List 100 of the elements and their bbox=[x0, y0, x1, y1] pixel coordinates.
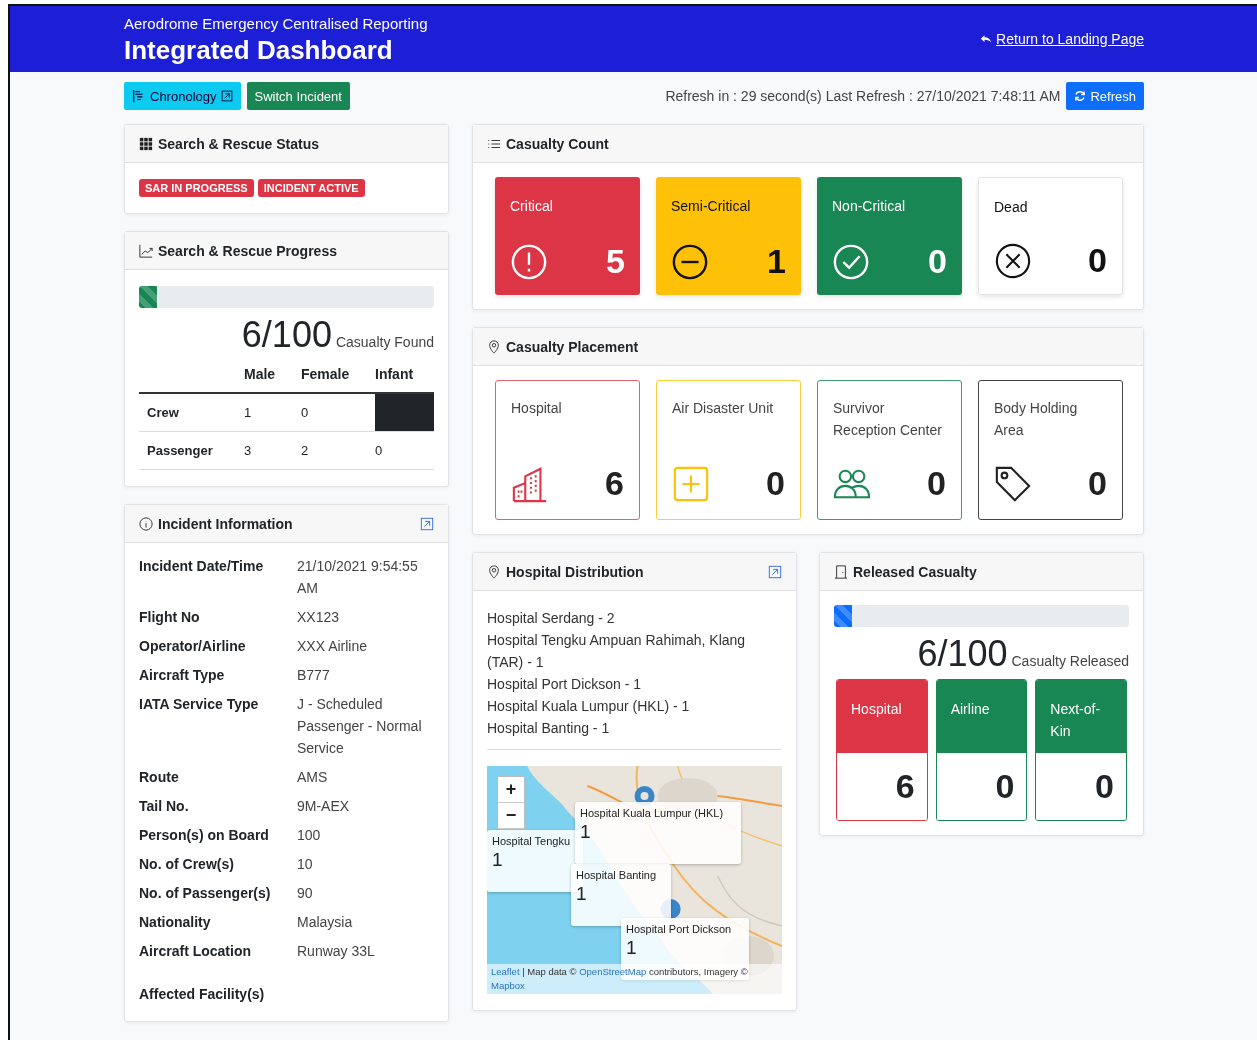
door-icon bbox=[834, 564, 848, 579]
tile-count: 0 bbox=[927, 464, 946, 503]
card-title: Released Casualty bbox=[853, 563, 977, 580]
chronology-button[interactable]: Chronology bbox=[124, 82, 241, 110]
check-circle-icon bbox=[832, 242, 870, 281]
field-label: Flight No bbox=[139, 608, 201, 627]
card-title: Casualty Count bbox=[506, 135, 609, 152]
zoom-in-button[interactable]: + bbox=[498, 777, 524, 803]
tag-icon bbox=[994, 464, 1032, 503]
tile-label: Hospital bbox=[837, 680, 927, 753]
popup-title: Hospital Port Dickson bbox=[626, 923, 733, 935]
card-title: Incident Information bbox=[158, 515, 293, 532]
field-label: Person(s) on Board bbox=[139, 826, 270, 845]
popup-count: 1 bbox=[626, 937, 638, 959]
row-label: Crew bbox=[139, 393, 244, 432]
hospital-entry: Hospital Banting - 1 bbox=[487, 719, 611, 738]
alert-icon bbox=[510, 242, 548, 281]
field-value: 9M-AEX bbox=[297, 797, 351, 816]
field-label: Incident Date/Time bbox=[139, 557, 265, 576]
field-value: 10 bbox=[297, 855, 314, 874]
tile-label: Hospital bbox=[511, 399, 563, 418]
timeline-icon bbox=[132, 89, 146, 103]
refresh-icon bbox=[1074, 90, 1087, 102]
refresh-button[interactable]: Refresh bbox=[1066, 82, 1144, 110]
tile-label: Body Holding Area bbox=[994, 399, 1079, 440]
tile-count: 0 bbox=[1088, 464, 1107, 503]
tile-count: 1 bbox=[767, 242, 786, 281]
zoom-out-button[interactable]: − bbox=[498, 803, 524, 829]
tile-label: Airline bbox=[936, 680, 1027, 753]
field-value: Runway 33L bbox=[297, 942, 376, 961]
column-header: Female bbox=[301, 360, 375, 393]
total-caption: Casualty Released bbox=[1011, 653, 1129, 669]
total-caption: Casualty Found bbox=[335, 334, 434, 350]
attribution-link[interactable]: Leaflet bbox=[491, 966, 520, 977]
tile-label: Critical bbox=[510, 197, 554, 216]
card-title: Casualty Placement bbox=[506, 338, 639, 355]
field-value: 21/10/2021 9:54:55 AM bbox=[297, 557, 419, 598]
tile-count: 0 bbox=[766, 464, 785, 503]
attribution-link[interactable]: OpenStreetMap bbox=[579, 966, 647, 977]
popup-count: 1 bbox=[580, 821, 592, 843]
field-label: Aircraft Location bbox=[139, 942, 252, 961]
tile-count: 5 bbox=[606, 242, 625, 281]
tile-count: 0 bbox=[928, 242, 947, 281]
popup-count: 1 bbox=[576, 883, 588, 905]
field-value: B777 bbox=[297, 666, 331, 685]
row-label: Passenger bbox=[139, 431, 244, 470]
popup-count: 1 bbox=[492, 849, 504, 871]
hospital-entry: Hospital Tengku Ampuan Rahimah, Klang (TAR) - 1 bbox=[487, 631, 747, 672]
field-label: Nationality bbox=[139, 913, 212, 932]
field-label: No. of Crew(s) bbox=[139, 855, 235, 874]
field-label: Affected Facility(s) bbox=[139, 985, 266, 1004]
tile-label: Dead bbox=[994, 198, 1029, 217]
reply-icon bbox=[980, 33, 993, 45]
tile-label: Non-Critical bbox=[832, 197, 907, 216]
pin-icon bbox=[487, 564, 501, 579]
grid-icon bbox=[139, 136, 153, 151]
attribution-link[interactable]: Mapbox bbox=[491, 980, 525, 991]
field-label: Aircraft Type bbox=[139, 666, 226, 685]
refresh-status: Refresh in : 29 second(s) Last Refresh : 27/10/2021 7:48:11 AM bbox=[665, 88, 1061, 104]
field-label: IATA Service Type bbox=[139, 695, 260, 714]
pin-icon bbox=[487, 339, 501, 354]
external-link-icon[interactable] bbox=[420, 516, 434, 531]
external-link-icon[interactable] bbox=[768, 564, 782, 579]
field-label: Tail No. bbox=[139, 797, 190, 816]
popup-title: Hospital Kuala Lumpur (HKL) bbox=[580, 807, 725, 819]
attribution-text: | Map data © bbox=[522, 966, 577, 977]
hospital-entry: Hospital Serdang - 2 bbox=[487, 609, 616, 628]
hospital-entry: Hospital Port Dickson - 1 bbox=[487, 675, 643, 694]
field-value: AMS bbox=[297, 768, 329, 787]
table-cell: 0 bbox=[375, 431, 434, 470]
tile-count: 6 bbox=[605, 464, 624, 503]
switch-button[interactable]: Switch Incident bbox=[246, 82, 350, 110]
field-value: Malaysia bbox=[297, 913, 354, 932]
page-title: Integrated Dashboard bbox=[124, 34, 394, 66]
external-link-icon bbox=[220, 90, 233, 102]
field-value: 90 bbox=[297, 884, 314, 903]
casualty-total: 6/100 bbox=[241, 314, 332, 356]
released-total: 6/100 bbox=[917, 633, 1008, 675]
table-cell: 3 bbox=[244, 431, 301, 470]
chart-icon bbox=[139, 243, 153, 258]
field-value: J - Scheduled Passenger - Normal Service bbox=[297, 695, 423, 758]
status-badge: SAR IN PROGRESS bbox=[139, 179, 254, 197]
card-title: Search & Rescue Status bbox=[158, 135, 320, 152]
popup-title: Hospital Banting bbox=[576, 869, 658, 881]
x-circle-icon bbox=[994, 241, 1032, 280]
table-cell: 2 bbox=[301, 431, 375, 470]
field-value: 100 bbox=[297, 826, 322, 845]
app-subtitle: Aerodrome Emergency Centralised Reporting bbox=[124, 14, 429, 32]
table-cell: 1 bbox=[244, 393, 301, 432]
field-value: XX123 bbox=[297, 608, 341, 627]
attribution-text: contributors, Imagery © bbox=[648, 966, 748, 977]
tile-label: Semi-Critical bbox=[671, 197, 752, 216]
tile-label: Next-of-Kin bbox=[1036, 680, 1126, 753]
minus-circle-icon bbox=[671, 242, 709, 281]
status-badge: INCIDENT ACTIVE bbox=[257, 179, 365, 197]
field-label: No. of Passenger(s) bbox=[139, 884, 272, 903]
card-title: Search & Rescue Progress bbox=[158, 242, 337, 259]
return-link[interactable]: Return to Landing Page bbox=[980, 31, 1144, 47]
field-label: Route bbox=[139, 768, 180, 787]
column-header: Male bbox=[244, 360, 301, 393]
